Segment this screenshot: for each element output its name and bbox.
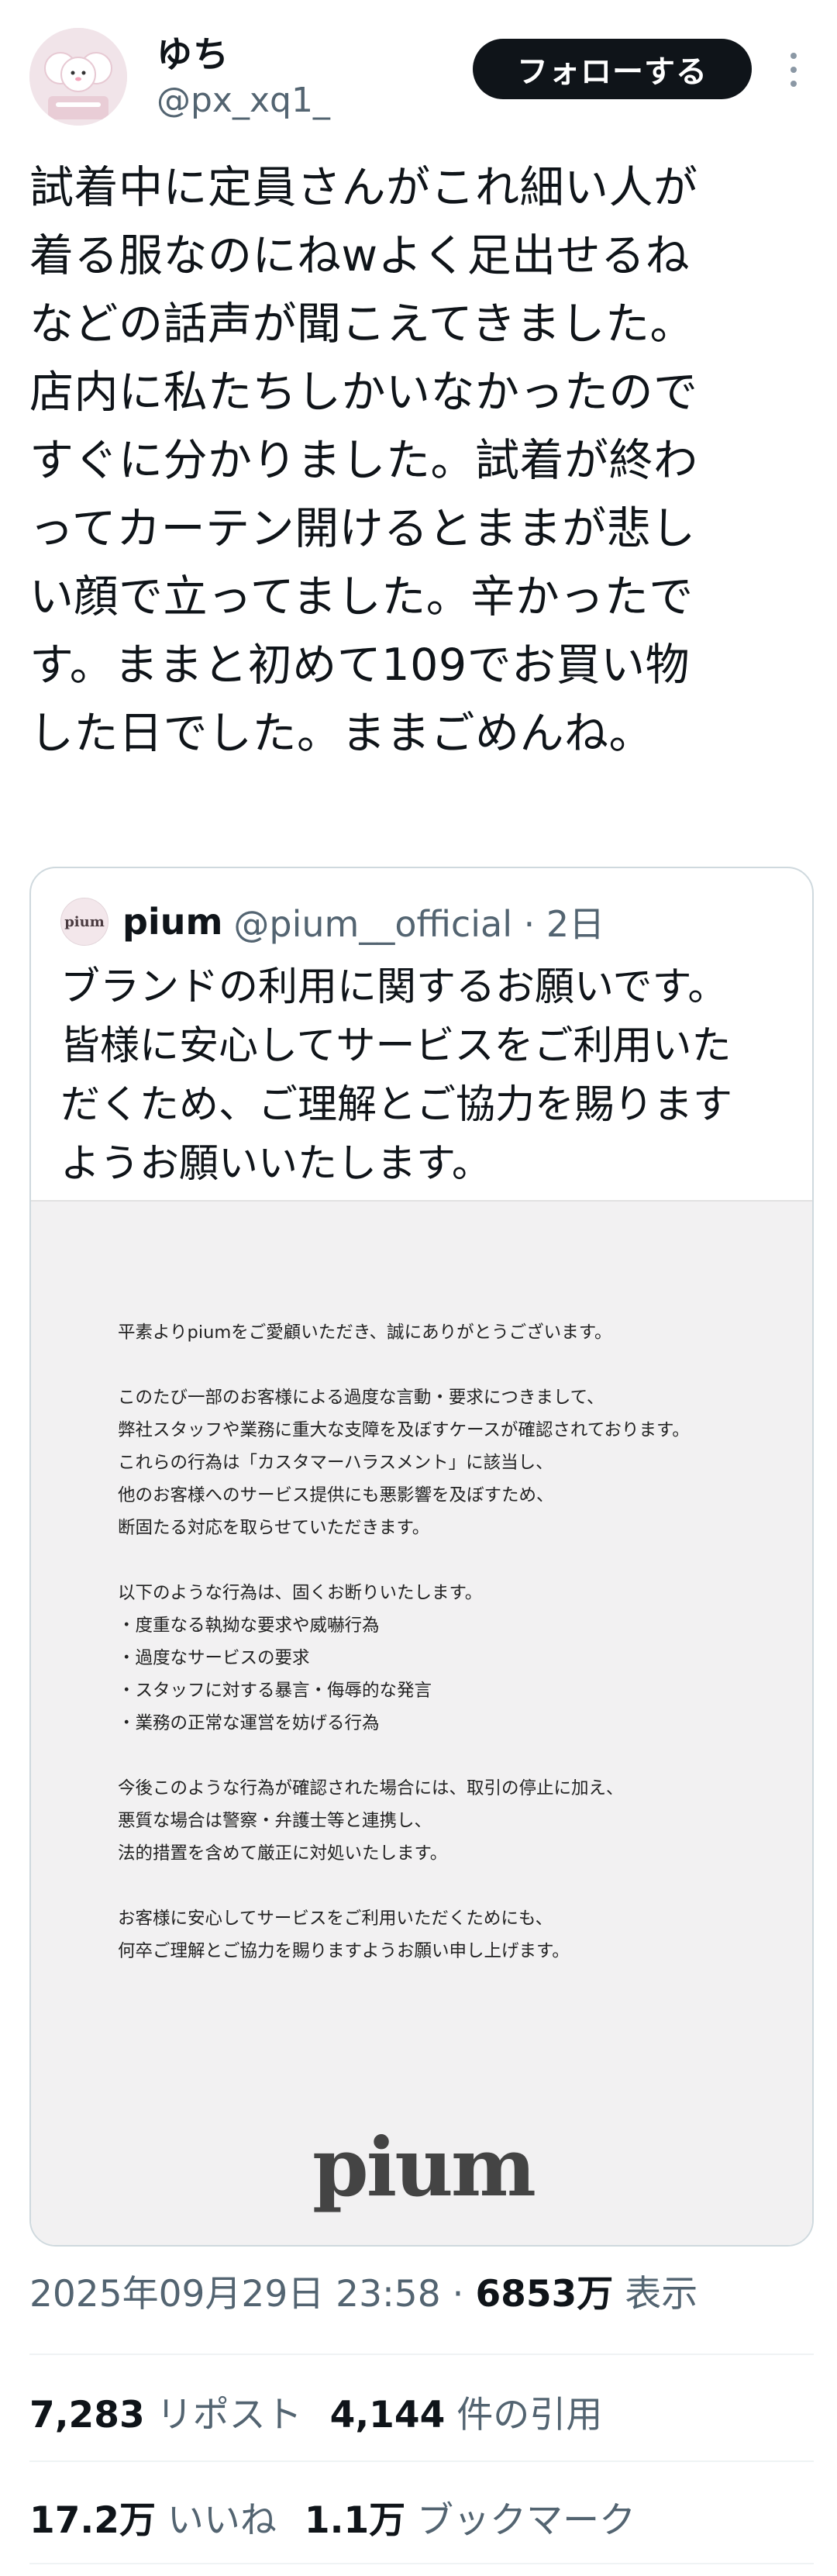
more-options-icon[interactable] <box>778 48 809 91</box>
bookmarks-stat[interactable]: 1.1万 ブックマーク <box>305 2490 636 2543</box>
likes-count: 17.2万 <box>29 2499 156 2542</box>
timestamp[interactable]: 2025年09月29日 23:58 · <box>29 2273 475 2316</box>
quoted-tweet-text: ブランドの利用に関するお願いです。 皆様に安心してサービスをご利用いた だくため… <box>60 964 733 1187</box>
quoted-tweet-header: pium pium @pium__official · 2日 <box>60 895 604 949</box>
bookmarks-count: 1.1万 <box>304 2499 406 2542</box>
tweet-text: 試着中に定員さんがこれ細い人が 着る服なのにねwよく足出せるね などの話声が聞こ… <box>29 162 698 759</box>
reposts-stat[interactable]: 7,283 リポスト <box>29 2385 302 2438</box>
display-name[interactable]: ゆち <box>157 26 229 78</box>
quotes-label: 件の引用 <box>456 2394 603 2436</box>
reposts-count: 7,283 <box>29 2394 145 2436</box>
quotes-stat[interactable]: 4,144 件の引用 <box>330 2385 603 2438</box>
quotes-count: 4,144 <box>329 2394 446 2436</box>
quoted-notice-image[interactable]: 平素よりpiumをご愛顧いただき、誠にありがとうございます。 このたび一部のお客… <box>31 1200 812 2245</box>
quoted-tweet-card[interactable]: pium pium @pium__official · 2日 ブランドの利用に関… <box>29 867 814 2247</box>
user-handle[interactable]: @px_xq1_ <box>157 81 330 120</box>
follow-button[interactable]: フォローする <box>473 39 752 99</box>
notice-body-text: 平素よりpiumをご愛顧いただき、誠にありがとうございます。 このたび一部のお客… <box>118 1322 690 1961</box>
views-label: 表示 <box>613 2273 698 2316</box>
stats-row-reposts: 7,283 リポスト 4,144 件の引用 <box>29 2385 630 2438</box>
pium-logo: pium <box>312 2119 536 2215</box>
stats-row-likes: 17.2万 いいね 1.1万 ブックマーク <box>29 2490 663 2543</box>
avatar[interactable] <box>29 28 127 126</box>
divider <box>29 2460 814 2462</box>
divider <box>29 2354 814 2355</box>
reposts-label: リポスト <box>156 2394 302 2436</box>
quoted-handle-time: @pium__official · 2日 <box>233 903 605 945</box>
likes-label: いいね <box>167 2499 277 2542</box>
likes-stat[interactable]: 17.2万 いいね <box>29 2490 277 2543</box>
quoted-display-name: pium <box>122 901 223 943</box>
tweet-header: ゆち @px_xq1_ フォローする <box>0 0 837 147</box>
bookmarks-label: ブックマーク <box>417 2499 636 2542</box>
divider <box>29 2563 814 2564</box>
quoted-avatar: pium <box>60 898 108 946</box>
timestamp-row: 2025年09月29日 23:58 · 6853万 表示 <box>29 2264 698 2317</box>
views-count: 6853万 <box>475 2273 614 2316</box>
